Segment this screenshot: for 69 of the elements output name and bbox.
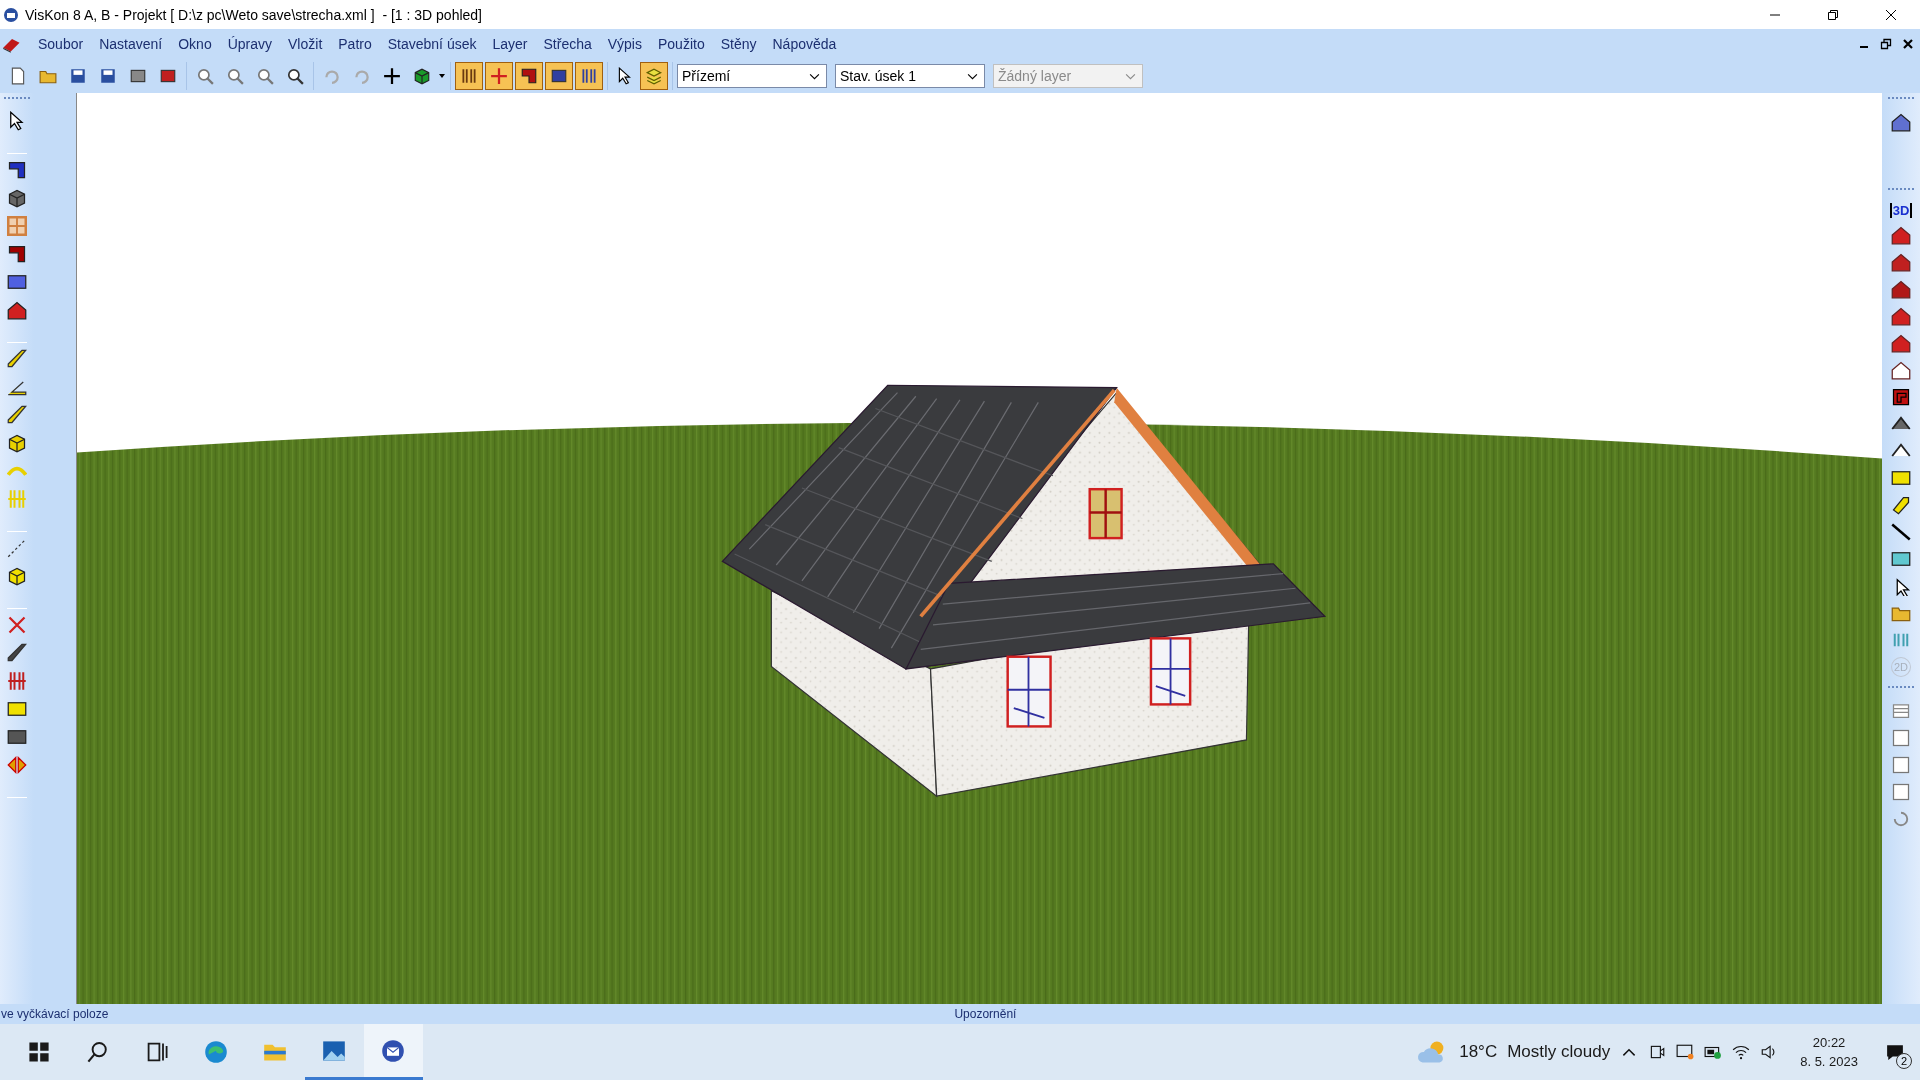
list-icon[interactable] (1891, 701, 1911, 721)
menu-item[interactable]: Stěny (712, 36, 765, 52)
menu-item[interactable]: Použito (650, 36, 713, 52)
angle-icon[interactable] (7, 405, 27, 425)
weather-text[interactable]: Mostly cloudy (1507, 1042, 1611, 1062)
house-icon[interactable] (7, 300, 27, 320)
square-icon[interactable] (1891, 755, 1911, 775)
close-icon[interactable] (1902, 38, 1914, 50)
house-icon[interactable] (1891, 279, 1911, 299)
mirror-icon[interactable] (7, 755, 27, 775)
clock-time[interactable]: 20:22 (1812, 1035, 1846, 1050)
menu-item[interactable]: Vložit (280, 36, 331, 52)
house-icon[interactable] (1891, 225, 1911, 245)
windows-start-icon[interactable] (27, 1040, 51, 1064)
house-icon[interactable] (1891, 112, 1911, 132)
task-view-icon[interactable] (145, 1040, 169, 1064)
menu-item[interactable]: Patro (330, 36, 380, 52)
block-icon[interactable] (7, 433, 27, 453)
menu-item[interactable]: Layer (484, 36, 536, 52)
beam-icon[interactable] (7, 349, 27, 369)
menu-item[interactable]: Stavební úsek (379, 36, 485, 52)
corner-icon[interactable] (1891, 387, 1911, 407)
caret-icon[interactable] (438, 72, 446, 80)
dashed-line-icon[interactable] (7, 538, 27, 558)
photos-icon[interactable] (322, 1038, 346, 1063)
search-icon[interactable] (86, 1040, 110, 1064)
camera-icon[interactable] (1648, 1043, 1667, 1061)
warning-text: Upozornění (954, 1007, 1017, 1021)
notification-badge: 2 (1896, 1053, 1912, 1069)
3d-view-button[interactable]: 3D (1889, 203, 1913, 218)
chevron-down-icon[interactable] (809, 72, 820, 80)
house-icon[interactable] (1891, 252, 1911, 272)
house-icon[interactable] (1891, 333, 1911, 353)
menu-item[interactable]: Okno (170, 36, 220, 52)
menu-item[interactable]: Úpravy (219, 36, 281, 52)
corner-icon[interactable] (515, 62, 543, 90)
delete-icon[interactable] (7, 615, 27, 635)
wall-icon[interactable] (7, 160, 27, 180)
slab-icon[interactable] (7, 188, 27, 208)
menu-item[interactable]: Nápověda (764, 36, 845, 52)
temperature[interactable]: 18°C (1459, 1042, 1498, 1062)
line-icon[interactable] (1891, 522, 1911, 542)
menu-item[interactable]: Soubor (30, 36, 92, 52)
status-text: ve vyčkávací poloze (0, 1007, 109, 1021)
corner-wall-icon[interactable] (7, 244, 27, 264)
house-icon[interactable] (1891, 306, 1911, 326)
panel-icon[interactable] (1891, 549, 1911, 569)
menu-item[interactable]: Nastavení (91, 36, 171, 52)
square-icon[interactable] (1891, 728, 1911, 748)
app-icon[interactable] (381, 1038, 405, 1063)
box-icon[interactable] (7, 566, 27, 586)
clock-date[interactable]: 8. 5. 2023 (1800, 1054, 1858, 1069)
monitor-icon[interactable] (1676, 1043, 1695, 1061)
dropdown[interactable]: Přízemí (677, 64, 827, 88)
grid-icon[interactable] (455, 62, 483, 90)
3d-view-canvas[interactable] (76, 93, 1882, 1004)
restore-icon[interactable] (1880, 38, 1892, 50)
app-icon (3, 6, 19, 23)
pointer-icon[interactable] (616, 67, 634, 85)
refresh-icon[interactable] (1891, 809, 1911, 829)
menu-item[interactable]: Střecha (535, 36, 600, 52)
house-outline-icon[interactable] (1891, 360, 1911, 380)
dropdown[interactable]: Stav. úsek 1 (835, 64, 985, 88)
menu-item[interactable]: Výpis (599, 36, 650, 52)
window-title: VisKon 8 A, B - Projekt [ D:\z pc\Weto save\strecha.xml ] - [1 : 3D pohled] (25, 6, 483, 23)
wifi-icon[interactable] (1732, 1043, 1751, 1061)
chevron-down-icon[interactable] (967, 72, 978, 80)
block-icon[interactable] (1891, 495, 1911, 515)
browser-icon[interactable] (204, 1040, 228, 1064)
